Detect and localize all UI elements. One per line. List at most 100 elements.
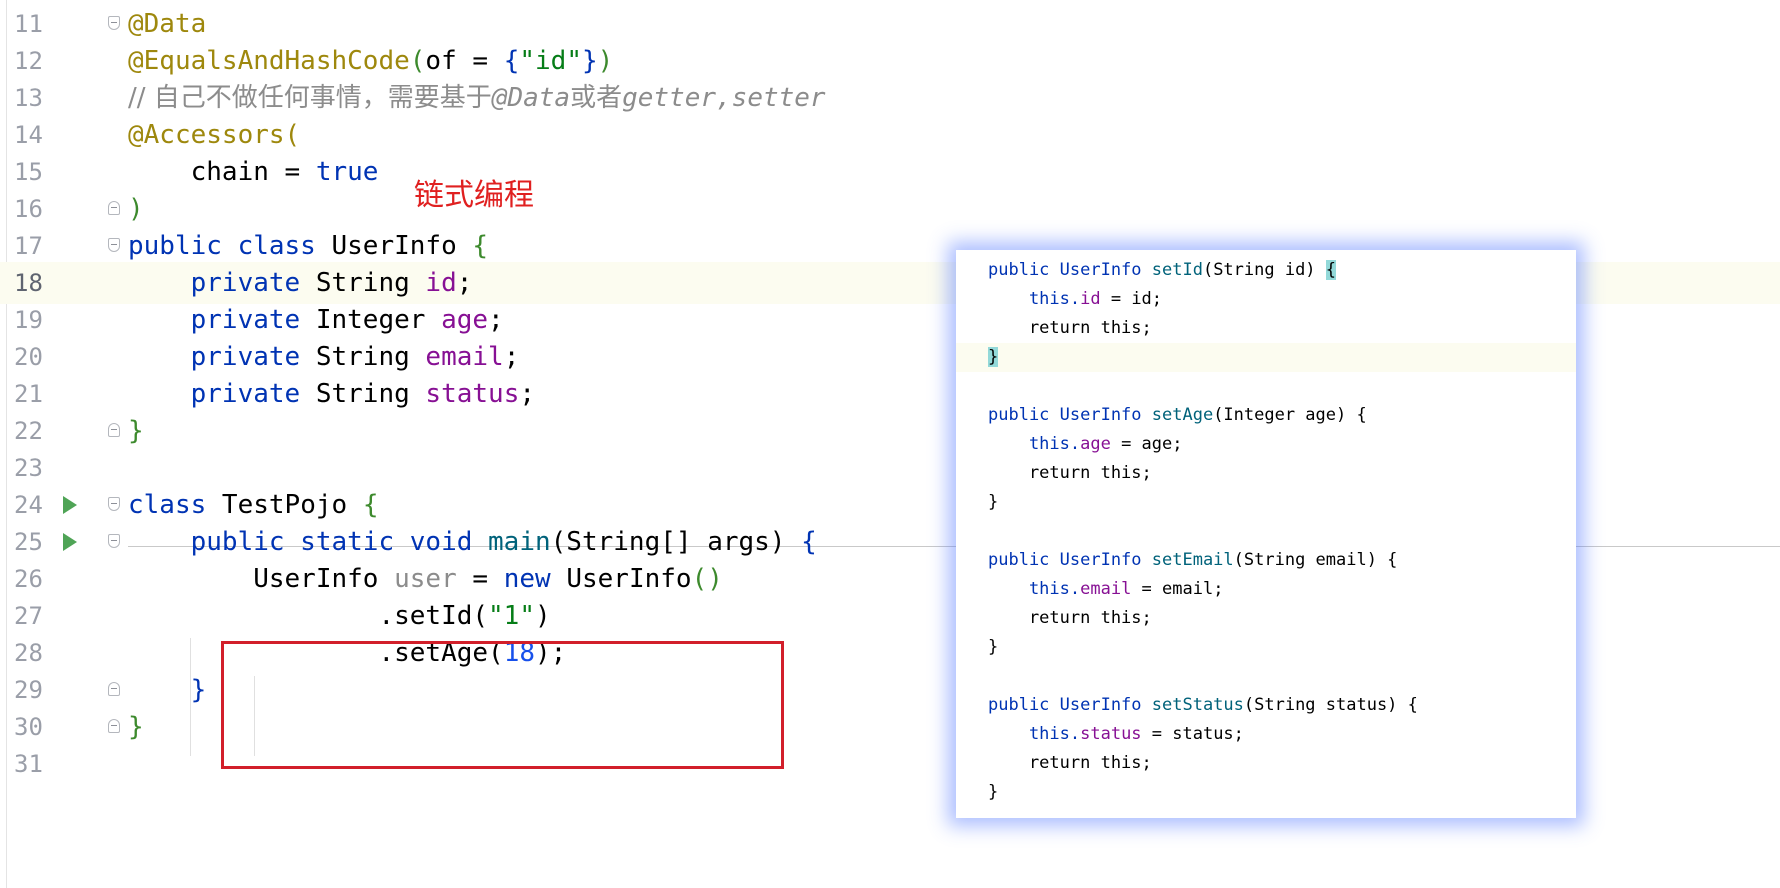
annotation-token: @EqualsAndHashCode — [128, 46, 410, 76]
code-line-16[interactable]: 16 ) — [0, 188, 1780, 230]
method-name-token: setId — [1151, 260, 1203, 280]
code-text[interactable]: public static void main(String[] args) { — [128, 521, 817, 563]
brace-token: { — [503, 46, 520, 76]
closing-brace: } — [988, 782, 999, 802]
line-number[interactable]: 31 — [14, 743, 74, 785]
fold-marker-icon[interactable] — [108, 16, 120, 30]
chain-annotation-note: 链式编程 — [414, 178, 534, 213]
line-number[interactable]: 17 — [14, 225, 74, 267]
line-number[interactable]: 27 — [14, 595, 74, 637]
comment-text[interactable]: // 自己不做任何事情，需要基于@Data或者getter,setter — [128, 77, 826, 119]
closing-brace: } — [988, 637, 999, 657]
code-line-15[interactable]: 15 chain = true — [0, 151, 1780, 193]
line-number[interactable]: 21 — [14, 373, 74, 415]
code-text[interactable]: } — [128, 410, 144, 452]
type-token: String — [315, 268, 426, 298]
fold-marker-icon[interactable] — [108, 201, 120, 215]
code-line-14[interactable]: 14 @Accessors( — [0, 114, 1780, 156]
params-token: (String email) { — [1233, 550, 1398, 570]
matched-brace: } — [988, 347, 999, 367]
code-text[interactable]: private String email; — [128, 336, 520, 378]
type-token: String — [315, 379, 426, 409]
popup-line: this.status = status; — [956, 720, 1576, 749]
line-number[interactable]: 26 — [14, 558, 74, 600]
field-token: id — [425, 268, 457, 298]
brace-token: } — [581, 46, 598, 76]
line-number[interactable]: 16 — [14, 188, 74, 230]
code-text[interactable]: @Accessors( — [128, 114, 300, 156]
params-token: (String status) { — [1243, 695, 1418, 715]
brace-token: } — [128, 416, 144, 446]
keyword-token: public static void — [128, 527, 489, 557]
keyword-token: public UserInfo — [988, 695, 1152, 715]
keyword-token: class — [128, 490, 222, 520]
matched-brace: { — [1325, 260, 1337, 280]
assign-token: = age; — [1110, 434, 1183, 454]
params-token: (String id) — [1202, 260, 1326, 280]
line-number[interactable]: 14 — [14, 114, 74, 156]
code-text[interactable]: UserInfo user = new UserInfo() — [128, 558, 723, 600]
annotation-token: @Data — [128, 9, 207, 39]
popup-line: return this; — [956, 749, 1576, 778]
keyword-token: private — [128, 379, 316, 409]
type-token: UserInfo — [128, 564, 395, 594]
line-number[interactable]: 11 — [14, 3, 74, 45]
fold-marker-icon[interactable] — [108, 534, 120, 548]
popup-line: } — [956, 488, 1576, 517]
comment-token: @Data — [491, 83, 571, 113]
class-name-token: UserInfo — [331, 231, 473, 261]
fold-marker-icon[interactable] — [108, 719, 120, 733]
run-triangle-icon[interactable] — [63, 496, 77, 514]
semicolon-token: ; — [503, 342, 520, 372]
code-line-13[interactable]: 13 // 自己不做任何事情，需要基于@Data或者getter,setter — [0, 77, 1780, 119]
run-triangle-icon[interactable] — [63, 533, 77, 551]
line-number[interactable]: 19 — [14, 299, 74, 341]
code-text[interactable]: public class UserInfo { — [128, 225, 488, 267]
closing-brace: } — [988, 492, 999, 512]
line-number[interactable]: 28 — [14, 632, 74, 674]
unused-variable-token: user — [394, 564, 457, 594]
code-text[interactable]: } — [128, 669, 207, 711]
fold-marker-icon[interactable] — [108, 497, 120, 511]
line-number[interactable]: 30 — [14, 706, 74, 748]
code-text[interactable]: @Data — [128, 3, 206, 45]
code-text[interactable]: .setId("1") — [128, 595, 550, 637]
fold-marker-icon[interactable] — [108, 238, 120, 252]
line-number[interactable]: 23 — [14, 447, 74, 489]
code-text[interactable]: private String id; — [128, 262, 473, 304]
code-text[interactable]: private String status; — [128, 373, 535, 415]
code-text[interactable]: ) — [128, 188, 144, 230]
code-text[interactable]: chain = true — [128, 151, 379, 193]
code-text[interactable]: } — [128, 706, 144, 748]
line-number[interactable]: 22 — [14, 410, 74, 452]
keyword-token: this. — [988, 724, 1081, 744]
fold-marker-icon[interactable] — [108, 423, 120, 437]
assign-token: = id; — [1100, 289, 1163, 309]
popup-line: this.id = id; — [956, 285, 1576, 314]
generated-code-popup[interactable]: public UserInfo setId(String id) { this.… — [956, 250, 1576, 818]
code-editor[interactable]: 11 @Data 12 @EqualsAndHashCode(of = {"id… — [0, 0, 1780, 888]
field-token: status — [1080, 724, 1142, 744]
line-number[interactable]: 13 — [14, 77, 74, 119]
fold-marker-icon[interactable] — [108, 682, 120, 696]
params-token: (Integer age) { — [1213, 405, 1367, 425]
type-token: Integer — [315, 305, 442, 335]
brace-token: { — [472, 231, 489, 261]
popup-line: public UserInfo setId(String id) { — [956, 256, 1576, 285]
code-text[interactable]: class TestPojo { — [128, 484, 378, 526]
line-number[interactable]: 29 — [14, 669, 74, 711]
line-number[interactable]: 20 — [14, 336, 74, 378]
comment-token: getter,setter — [622, 83, 826, 113]
code-line-11[interactable]: 11 @Data — [0, 3, 1780, 45]
code-line-12[interactable]: 12 @EqualsAndHashCode(of = {"id"}) — [0, 40, 1780, 82]
params-token: (String[] args) — [550, 527, 802, 557]
line-number[interactable]: 15 — [14, 151, 74, 193]
keyword-token: this. — [988, 289, 1081, 309]
paren-token: ) — [597, 46, 614, 76]
code-text[interactable]: private Integer age; — [128, 299, 504, 341]
line-number[interactable]: 18 — [14, 262, 74, 304]
line-number[interactable]: 12 — [14, 40, 74, 82]
field-token: id — [1080, 289, 1101, 309]
code-text[interactable]: @EqualsAndHashCode(of = {"id"}) — [128, 40, 613, 82]
method-name-token: main — [488, 527, 551, 557]
